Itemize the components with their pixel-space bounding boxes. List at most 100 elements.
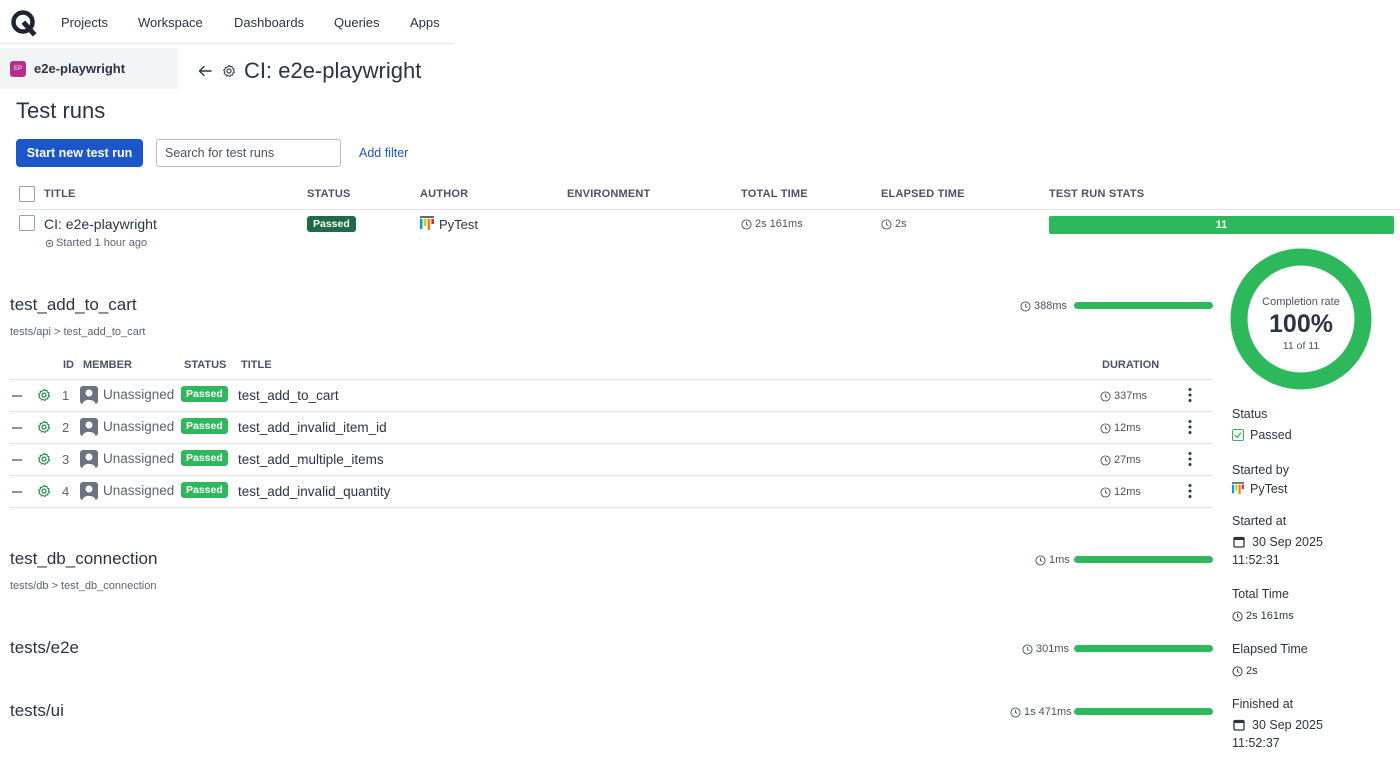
table-row[interactable]: 4 Unassigned Passed test_add_invalid_quanti… — [10, 476, 1213, 508]
status-value-text: Passed — [1250, 428, 1292, 442]
case-status-badge: Passed — [181, 386, 228, 402]
col-status[interactable]: STATUS — [184, 359, 226, 371]
case-id: 3 — [62, 452, 70, 467]
page-title: CI: e2e-playwright — [244, 58, 422, 83]
clock-icon — [1010, 706, 1021, 718]
start-new-test-run-button[interactable]: Start new test run — [16, 139, 143, 167]
run-elapsed-time-value: 2s — [895, 218, 907, 230]
project-selector[interactable]: EP e2e-playwright — [0, 48, 178, 89]
collapse-dash-icon[interactable] — [12, 427, 22, 429]
finished-at-date: 30 Sep 2025 — [1232, 718, 1323, 732]
run-total-time: 2s 161ms — [741, 218, 803, 230]
nav-projects[interactable]: Projects — [61, 15, 108, 30]
status-value: Passed — [1232, 428, 1292, 442]
col-author[interactable]: AUTHOR — [420, 188, 468, 200]
col-title[interactable]: TITLE — [241, 359, 272, 371]
clock-icon — [1100, 390, 1111, 402]
more-options-icon[interactable] — [1186, 450, 1194, 468]
collapse-dash-icon[interactable] — [12, 459, 22, 461]
suite-duration: 1ms — [1035, 554, 1070, 566]
nav-queries[interactable]: Queries — [334, 15, 380, 30]
gear-icon — [223, 64, 235, 77]
col-duration[interactable]: DURATION — [1102, 359, 1159, 371]
case-id: 4 — [62, 484, 70, 499]
back-arrow-icon[interactable] — [197, 63, 213, 79]
case-duration-value: 27ms — [1114, 454, 1141, 466]
suite-duration: 301ms — [1022, 643, 1069, 655]
run-author-name: PyTest — [439, 216, 479, 232]
col-status[interactable]: STATUS — [307, 188, 351, 200]
add-filter-link[interactable]: Add filter — [359, 146, 408, 160]
finished-at-time: 11:52:37 — [1232, 736, 1280, 750]
suite-progress-bar — [1074, 645, 1213, 652]
nav-workspace[interactable]: Workspace — [138, 15, 203, 30]
table-row[interactable]: 3 Unassigned Passed test_add_multiple_items… — [10, 444, 1213, 476]
case-title[interactable]: test_add_invalid_item_id — [238, 420, 387, 435]
table-row[interactable]: 1 Unassigned Passed test_add_to_cart 337ms — [10, 380, 1213, 412]
test-runs-heading: Test runs — [16, 98, 106, 123]
clock-icon — [1100, 422, 1111, 434]
run-stats-bar[interactable]: 11 — [1049, 216, 1394, 234]
case-title[interactable]: test_add_to_cart — [238, 388, 339, 403]
started-by-label: Started by — [1232, 463, 1289, 477]
nav-dashboards[interactable]: Dashboards — [234, 15, 304, 30]
suite-duration-value: 1ms — [1049, 554, 1070, 566]
run-row-checkbox[interactable] — [19, 215, 35, 231]
col-elapsed-time[interactable]: ELAPSED TIME — [881, 188, 965, 200]
case-member[interactable]: Unassigned — [103, 387, 174, 402]
runs-table-header: TITLE STATUS AUTHOR ENVIRONMENT TOTAL TI… — [16, 180, 1400, 210]
run-status-badge: Passed — [307, 216, 356, 232]
more-options-icon[interactable] — [1186, 386, 1194, 404]
elapsed-time-value-text: 2s — [1246, 665, 1258, 677]
run-started-text: Started 1 hour ago — [56, 237, 148, 249]
suite-duration-value: 301ms — [1036, 643, 1070, 655]
col-environment[interactable]: ENVIRONMENT — [567, 188, 650, 200]
case-title[interactable]: test_add_invalid_quantity — [238, 484, 390, 499]
run-elapsed-time: 2s — [881, 218, 907, 230]
clock-icon — [1232, 610, 1243, 622]
case-id: 2 — [62, 420, 70, 435]
app-logo-icon[interactable] — [10, 9, 38, 37]
run-title[interactable]: CI: e2e-playwright — [44, 216, 157, 232]
nav-apps[interactable]: Apps — [410, 15, 440, 30]
total-time-value: 2s 161ms — [1232, 610, 1294, 622]
case-duration: 337ms — [1100, 390, 1147, 402]
case-member[interactable]: Unassigned — [103, 451, 174, 466]
col-total-time[interactable]: TOTAL TIME — [741, 188, 808, 200]
clock-icon — [1035, 554, 1046, 566]
case-title[interactable]: test_add_multiple_items — [238, 452, 384, 467]
completion-rate-value: 100% — [1269, 310, 1333, 338]
avatar-icon — [80, 386, 98, 404]
run-started: Started 1 hour ago — [45, 237, 147, 249]
col-member[interactable]: MEMBER — [83, 359, 132, 371]
more-options-icon[interactable] — [1186, 482, 1194, 500]
started-at-time: 11:52:31 — [1232, 553, 1280, 567]
suite-duration-value: 1s 471ms — [1024, 706, 1072, 718]
case-duration: 27ms — [1100, 454, 1141, 466]
project-name: e2e-playwright — [34, 61, 126, 76]
suite-title[interactable]: tests/ui — [10, 701, 64, 721]
col-test-run-stats[interactable]: TEST RUN STATS — [1049, 188, 1144, 200]
elapsed-time-label: Elapsed Time — [1232, 642, 1308, 656]
collapse-dash-icon[interactable] — [12, 395, 22, 397]
run-author: PyTest — [420, 216, 478, 232]
suite-title[interactable]: test_db_connection — [10, 549, 157, 569]
col-title[interactable]: TITLE — [44, 188, 76, 200]
clock-icon — [1020, 300, 1031, 312]
started-at-label: Started at — [1232, 514, 1287, 528]
gear-icon — [37, 452, 51, 466]
search-test-runs-input[interactable] — [156, 139, 341, 167]
select-all-checkbox[interactable] — [19, 186, 35, 202]
suite-title[interactable]: tests/e2e — [10, 638, 79, 658]
suite-duration: 388ms — [1020, 300, 1067, 312]
col-id[interactable]: ID — [63, 359, 74, 371]
avatar-icon — [80, 450, 98, 468]
suite-title[interactable]: test_add_to_cart — [10, 295, 137, 315]
calendar-icon — [1233, 719, 1245, 731]
case-member[interactable]: Unassigned — [103, 419, 174, 434]
case-duration: 12ms — [1100, 422, 1141, 434]
more-options-icon[interactable] — [1186, 418, 1194, 436]
table-row[interactable]: 2 Unassigned Passed test_add_invalid_item_i… — [10, 412, 1213, 444]
case-member[interactable]: Unassigned — [103, 483, 174, 498]
collapse-dash-icon[interactable] — [12, 491, 22, 493]
